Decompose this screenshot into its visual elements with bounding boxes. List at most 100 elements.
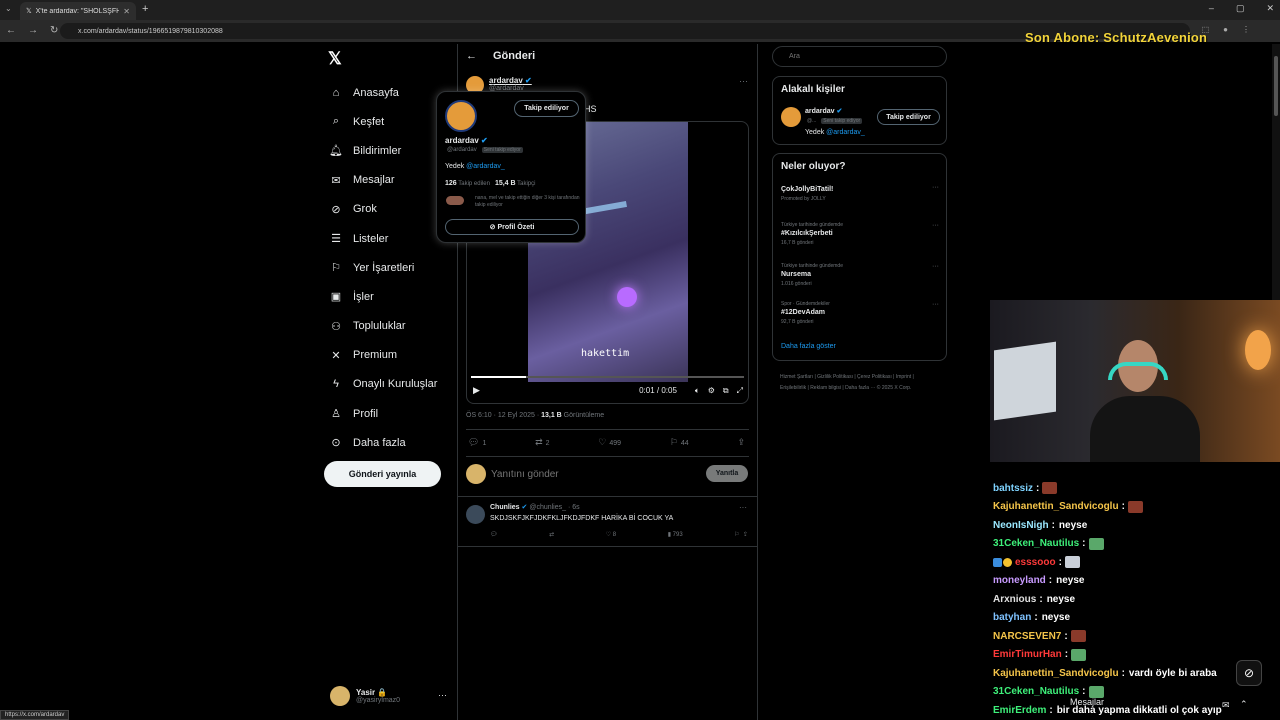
trend-item[interactable]: Spor · Gündemdekiler #12DevAdam 92,7 B gön… <box>781 301 939 325</box>
profile-icon[interactable]: ● <box>1223 25 1228 34</box>
nav-item-daha-fazla[interactable]: ⊙ Daha fazla <box>329 428 437 457</box>
chevron-up-icon[interactable]: ⌃ <box>1240 699 1248 710</box>
minimize-icon[interactable]: – <box>1209 3 1214 14</box>
chat-username[interactable]: EmirErdem <box>993 705 1046 716</box>
menu-icon[interactable]: ⋮ <box>1242 25 1250 34</box>
nav-item-bildirimler[interactable]: 🔔︎ Bildirimler <box>329 136 437 165</box>
following-button[interactable]: Takip ediliyor <box>514 100 579 117</box>
chat-username[interactable]: Kajuhanettin_Sandvicoglu <box>993 501 1119 512</box>
chat-username[interactable]: Arxnious <box>993 594 1036 605</box>
nav-item-onaylı-kuruluşlar[interactable]: ϟ Onaylı Kuruluşlar <box>329 370 437 399</box>
search-input[interactable] <box>772 46 947 67</box>
more-icon[interactable]: ··· <box>932 222 939 229</box>
like-action[interactable]: ♡ 8 <box>606 531 616 538</box>
new-message-icon[interactable]: ✉ <box>1222 700 1230 711</box>
nav-item-label: Premium <box>353 349 398 362</box>
author-name[interactable]: ardardav ✔ <box>489 76 532 85</box>
chat-username[interactable]: 31Ceken_Nautilus <box>993 538 1079 549</box>
relevant-name[interactable]: ardardav ✔ <box>805 107 842 115</box>
nav-item-mesajlar[interactable]: ✉ Mesajlar <box>329 166 437 195</box>
x-logo-icon[interactable]: 𝕏 <box>328 49 342 69</box>
scrollbar[interactable] <box>1272 44 1280 300</box>
nav-item-grok[interactable]: ⊘ Grok <box>329 195 437 224</box>
close-tab-icon[interactable]: ✕ <box>123 7 130 16</box>
nav-item-listeler[interactable]: ☰ Listeler <box>329 224 437 253</box>
trend-item[interactable]: Türkiye tarihinde gündemde #KızılcıkŞerbe… <box>781 222 939 246</box>
chat-username[interactable]: NARCSEVEN7 <box>993 631 1061 642</box>
post-button[interactable]: Gönderi yayınla <box>324 461 441 487</box>
trend-item[interactable]: Türkiye tarihinde gündemde Nursema 1.016 g… <box>781 263 939 287</box>
webcam-monitor <box>994 341 1056 421</box>
nav-item-premium[interactable]: ✕ Premium <box>329 341 437 370</box>
video-progress-bar[interactable] <box>471 376 744 378</box>
bookmark-icon: ⚐ <box>331 262 341 275</box>
chat-username[interactable]: EmirTimurHan <box>993 649 1062 660</box>
trend-item[interactable]: ÇokJollyBiTatil! Promoted by JOLLY ··· <box>781 184 939 202</box>
close-window-icon[interactable]: ✕ <box>1266 3 1274 14</box>
chat-username[interactable]: moneyland <box>993 575 1046 586</box>
reply-icon[interactable]: 💬︎ <box>490 531 498 538</box>
nav-item-profil[interactable]: ♙ Profil <box>329 399 437 428</box>
show-more-link[interactable]: Daha fazla göster <box>781 343 836 350</box>
url-field[interactable]: x.com/ardardav/status/196651987981030208… <box>60 23 1190 39</box>
fullscreen-icon[interactable]: ⤢ <box>737 386 743 396</box>
avatar[interactable] <box>781 107 801 127</box>
chat-username[interactable]: Kajuhanettin_Sandvicoglu <box>993 668 1119 679</box>
more-icon[interactable]: ··· <box>438 690 447 700</box>
tab-list-icon[interactable]: ⌄ <box>5 4 12 13</box>
person-icon: ♙ <box>331 408 341 421</box>
chat-username[interactable]: esssooo <box>1015 557 1056 568</box>
avatar[interactable] <box>445 100 477 132</box>
bookmark-action[interactable]: ⚐ 44 <box>670 437 689 448</box>
browser-tab[interactable]: 𝕏 X'te ardardav: "SHÖLSŞFHFSMF" ✕ <box>20 2 136 20</box>
trend-title: Nursema <box>781 271 811 278</box>
chat-username[interactable]: 31Ceken_Nautilus <box>993 686 1079 697</box>
post-timestamp[interactable]: ÖS 6:10 · 12 Eyl 2025 · <box>466 412 541 419</box>
like-action[interactable]: ♡ 499 <box>598 437 621 448</box>
maximize-icon[interactable]: ▢ <box>1236 3 1245 14</box>
reload-icon[interactable]: ↻ <box>50 25 58 36</box>
section-title: Alakalı kişiler <box>781 84 845 95</box>
share-action[interactable]: ⇪ <box>737 437 748 448</box>
account-switcher[interactable]: Yasir 🔒 @yasirylmaz0 ··· <box>330 686 447 706</box>
chat-username[interactable]: bahtssiz <box>993 483 1033 494</box>
bookmark-icon[interactable]: ⚐ ⇪ <box>734 531 748 538</box>
avatar[interactable] <box>466 505 485 524</box>
profile-summary-button[interactable]: ⊘ Profil Özeti <box>445 219 579 235</box>
reply-input[interactable] <box>491 466 671 482</box>
forward-icon[interactable]: → <box>28 25 38 36</box>
more-icon[interactable]: ··· <box>932 184 939 191</box>
chat-username[interactable]: NeonIsNigh <box>993 520 1049 531</box>
mutual-followers-text[interactable]: nana, mel ve takip ettiğin diğer 3 kişi … <box>475 195 580 209</box>
play-icon[interactable]: ▶ <box>473 385 480 396</box>
reply-button[interactable]: Yanıtla <box>706 465 748 482</box>
footer-links[interactable]: Hizmet Şartları | Gizlilik Politikası | … <box>780 372 940 394</box>
reply-action[interactable]: 💬︎ 1 <box>468 437 486 448</box>
heart-icon: ♡ <box>598 437 607 447</box>
more-icon[interactable]: ··· <box>739 76 748 86</box>
repost-icon[interactable]: ⇄ <box>549 531 554 538</box>
more-icon[interactable]: ··· <box>739 503 747 512</box>
nav-item-keşfet[interactable]: ⌕ Keşfet <box>329 107 437 136</box>
nav-item-i-şler[interactable]: ▣ İşler <box>329 282 437 311</box>
settings-icon[interactable]: ⚙ <box>708 386 715 395</box>
back-arrow-icon[interactable]: ← <box>466 50 477 62</box>
nav-item-anasayfa[interactable]: ⌂ Anasayfa <box>329 78 437 107</box>
grok-icon[interactable]: ⊘ <box>1236 660 1262 686</box>
views-action[interactable]: ▮ 793 <box>668 531 683 538</box>
more-icon[interactable]: ··· <box>932 301 939 308</box>
hover-card-name[interactable]: ardardav ✔ <box>445 136 488 145</box>
messages-drawer-label[interactable]: Mesajlar <box>1070 697 1104 707</box>
new-tab-icon[interactable]: + <box>142 3 148 15</box>
repost-action[interactable]: ⇄ 2 <box>535 437 549 448</box>
nav-item-topluluklar[interactable]: ⚇ Topluluklar <box>329 312 437 341</box>
chat-username[interactable]: batyhan <box>993 612 1031 623</box>
more-icon[interactable]: ··· <box>932 263 939 270</box>
pip-icon[interactable]: ⧉ <box>723 386 729 396</box>
back-icon[interactable]: ← <box>6 25 16 36</box>
hover-card-stats[interactable]: 126 Takip edilen 15,4 B Takipçi <box>445 180 535 187</box>
volume-icon[interactable]: 🔈︎ <box>695 386 700 396</box>
nav-item-yer-i-şaretleri[interactable]: ⚐ Yer İşaretleri <box>329 253 437 282</box>
following-button[interactable]: Takip ediliyor <box>877 109 940 125</box>
bio-link[interactable]: @ardardav_ <box>466 163 505 170</box>
